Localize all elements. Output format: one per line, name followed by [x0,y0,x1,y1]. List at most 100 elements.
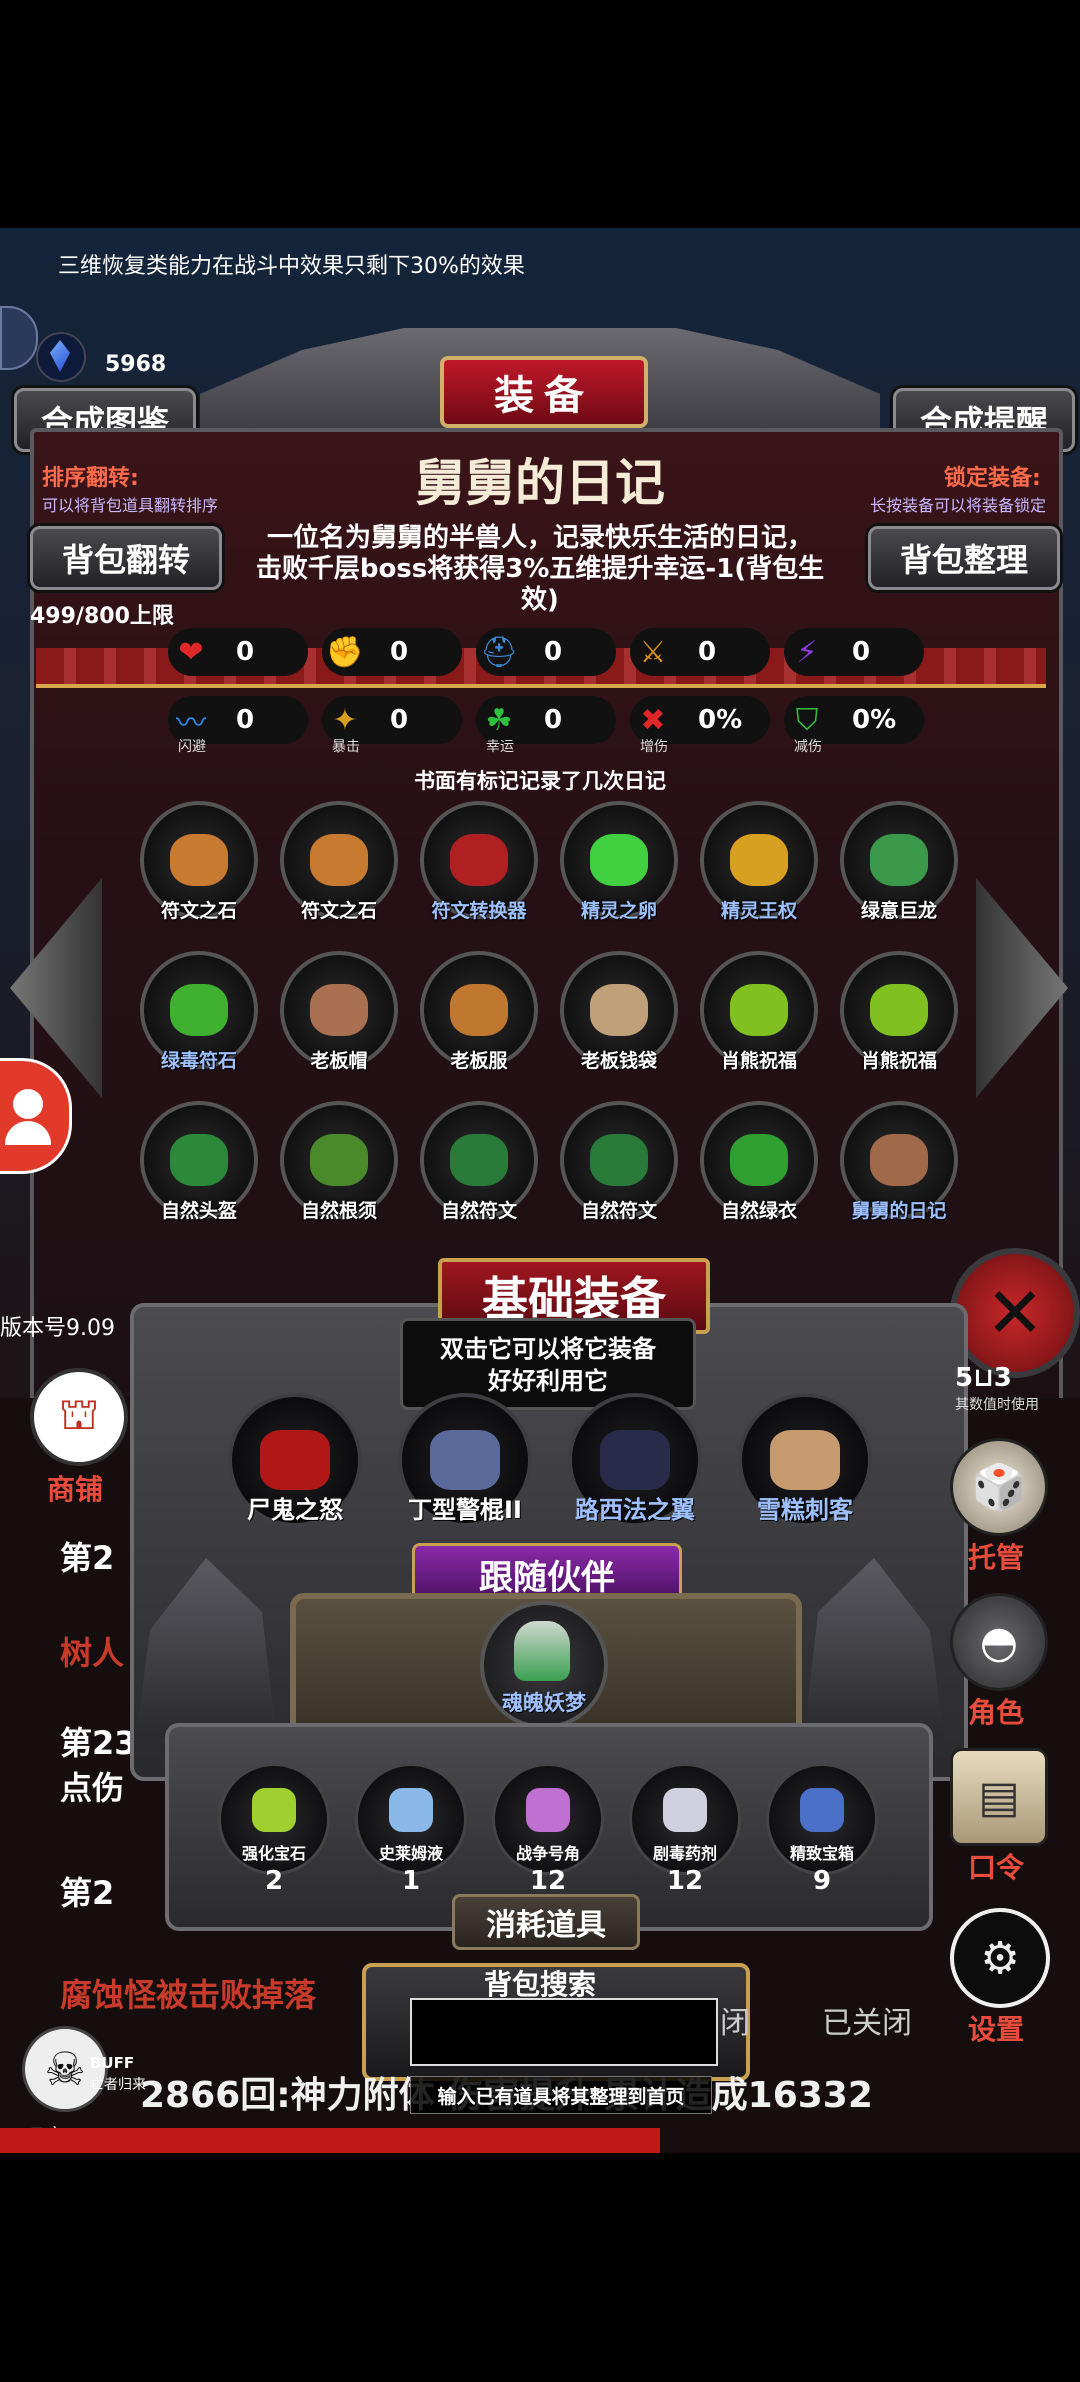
companion-art [514,1621,570,1681]
inventory-slot[interactable]: 肖熊祝福 [700,951,818,1072]
item-art [870,834,928,886]
inventory-slot[interactable]: 精灵王权 [700,801,818,922]
basic-equipment-slot[interactable]: 路西法之翼 [568,1393,702,1527]
bag-capacity: 499/800上限 [30,604,174,629]
stat-attack: ⚔ 0 [630,628,770,676]
companion-slot[interactable]: 魂魄妖梦 [480,1601,608,1729]
inventory-slot[interactable]: 自然符文 [420,1101,538,1222]
log-line: 树人 [60,1634,125,1672]
log-line: 第2 [60,1539,115,1577]
role-label: 角色 [967,1696,1024,1729]
inventory-slot[interactable]: 肖熊祝福 [840,951,958,1072]
manage-button[interactable]: 🎲 托管 [950,1438,1048,1576]
consumable-art [663,1788,707,1832]
stat-value: 0% [852,705,897,735]
consumable-slot[interactable]: 精致宝箱 9 [766,1763,878,1896]
inventory-slot[interactable]: 绿毒符石 [140,951,258,1072]
settings-label: 设置 [967,2013,1024,2046]
inventory-slot[interactable]: 老板帽 [280,951,398,1072]
consumable-slot[interactable]: 史莱姆液 1 [355,1763,467,1896]
item-art [450,834,508,886]
inventory-slot[interactable]: 符文转换器 [420,801,538,922]
consumable-count: 1 [401,1866,421,1896]
stat-label: 幸运 [486,739,514,755]
log-line: 第23 [60,1724,137,1762]
consumable-slot[interactable]: 剧毒药剂 12 [629,1763,741,1896]
equipment-art [430,1430,500,1490]
inventory-slot[interactable]: 自然根须 [280,1101,398,1222]
inventory-slot[interactable]: 精灵之卵 [560,801,678,922]
consumable-count: 9 [812,1866,832,1896]
sort-bag-button[interactable]: 背包整理 [868,526,1060,590]
consumable-slot[interactable]: 强化宝石 2 [218,1763,330,1896]
inventory-slot[interactable]: 符文之石 [280,801,398,922]
stat-defense: ⛑ 0 [476,628,616,676]
stat-damage-up: ✖ 0% 增伤 [630,696,770,755]
stat-hp: ❤ 0 [168,628,308,676]
consumable-art [800,1788,844,1832]
game-screen: 三维恢复类能力在战斗中效果只剩下30%的效果 5968 装备 合成图鉴 合成提醒… [0,228,1080,2153]
heart-icon: ❤ [178,634,204,670]
page-title: 装备 [440,356,648,428]
stat-luck: ☘ 0 幸运 [476,696,616,755]
item-art [170,984,228,1036]
tip-text: 三维恢复类能力在战斗中效果只剩下30%的效果 [58,254,525,279]
consumable-slot[interactable]: 战争号角 12 [492,1763,604,1896]
search-input[interactable] [410,1998,718,2066]
log-off-2: 已关闭 [822,2006,912,2041]
code-button[interactable]: ▤ 口令 [950,1748,1048,1886]
stat-value: 0% [698,705,743,735]
equipment-art [770,1430,840,1490]
stat-label: 减伤 [794,739,822,755]
basic-equipment-slot[interactable]: 尸鬼之怒 [228,1393,362,1527]
consumable-count: 12 [666,1866,704,1896]
edge-avatar[interactable] [0,306,38,370]
basic-hint-line1: 双击它可以将它装备 [440,1335,656,1363]
close-icon: ✕ [985,1272,1045,1354]
inventory-slot[interactable]: 老板服 [420,951,538,1072]
close-button[interactable]: ✕ [950,1248,1080,1378]
item-art [730,984,788,1036]
stat-value: 0 [236,637,255,667]
equipment-art [260,1430,330,1490]
inventory-slot[interactable]: 自然绿衣 [700,1101,818,1222]
companion-name: 魂魄妖梦 [502,1691,586,1715]
side-small-note: 其数值时使用 [955,1397,1039,1413]
shop-label: 商铺 [46,1473,103,1506]
search-title: 背包搜索 [483,1968,596,2001]
lightning-icon: ⚡ [796,634,818,670]
item-art [170,1134,228,1186]
stat-value: 0 [544,637,563,667]
consumables-title: 消耗道具 [452,1894,640,1950]
item-art [870,1134,928,1186]
item-art [590,1134,648,1186]
role-button[interactable]: ◓ 角色 [950,1593,1048,1731]
basic-equipment-label: 尸鬼之怒 [247,1496,343,1524]
inventory-item-label: 肖熊祝福 [860,1050,937,1072]
consumable-art [526,1788,570,1832]
basic-equipment-label: 雪糕刺客 [757,1496,853,1524]
consumable-label: 强化宝石 [241,1844,306,1863]
basic-equipment-slot[interactable]: 丁型警棍II [398,1393,532,1527]
equipment-art [600,1430,670,1490]
item-art [870,984,928,1036]
basic-equipment-slot[interactable]: 雪糕刺客 [738,1393,872,1527]
buff-label: BUFF [90,2054,135,2072]
stat-value: 0 [390,637,409,667]
inventory-slot[interactable]: 舅舅的日记 [840,1101,958,1222]
flip-bag-button[interactable]: 背包翻转 [30,526,222,590]
shop-icon: ⛫ [30,1368,128,1466]
inventory-slot[interactable]: 自然头盔 [140,1101,258,1222]
shop-button[interactable]: ⛫ 商铺 [30,1368,130,1506]
consumable-art [252,1788,296,1832]
version-label: 版本号9.09 [0,1316,115,1341]
book-icon: ▤ [950,1748,1048,1846]
consumable-label: 精致宝箱 [789,1844,854,1863]
item-art [590,984,648,1036]
consumable-label: 剧毒药剂 [652,1844,717,1863]
inventory-slot[interactable]: 绿意巨龙 [840,801,958,922]
inventory-slot[interactable]: 老板钱袋 [560,951,678,1072]
stat-value: 0 [390,705,409,735]
inventory-slot[interactable]: 自然符文 [560,1101,678,1222]
inventory-slot[interactable]: 符文之石 [140,801,258,922]
